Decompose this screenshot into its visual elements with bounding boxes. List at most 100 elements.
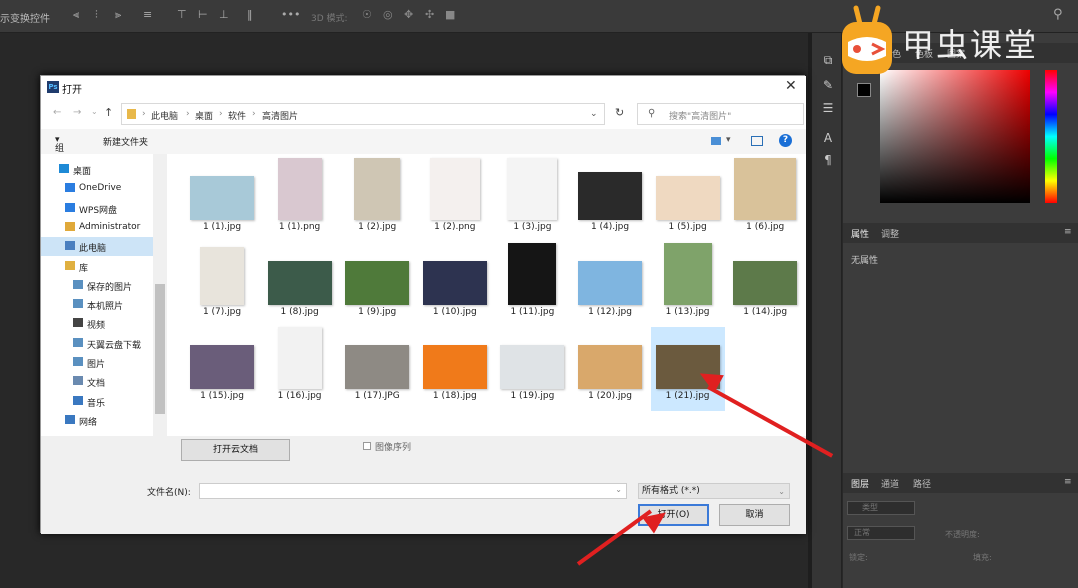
fill-label: 填充: <box>973 553 992 562</box>
recent-dropdown-icon[interactable]: ⌄ <box>91 107 98 116</box>
file-item[interactable]: 1 (18).jpg <box>418 327 492 411</box>
color-picker-field[interactable] <box>880 70 1030 203</box>
roll3d-icon[interactable]: ◎ <box>383 9 394 21</box>
file-item[interactable]: 1 (5).jpg <box>651 158 725 242</box>
search-placeholder: 搜索"高清图片" <box>669 112 732 122</box>
close-icon[interactable]: ✕ <box>785 78 797 94</box>
rotate3d-icon[interactable]: ☉ <box>362 9 373 21</box>
help-icon[interactable]: ? <box>779 134 792 147</box>
file-item[interactable]: 1 (2).png <box>418 158 492 242</box>
nav-item[interactable]: 库 <box>41 257 153 276</box>
align-center-icon[interactable]: ⫶ <box>95 9 106 21</box>
adjust-icon[interactable]: ☰ <box>820 101 836 117</box>
nav-item[interactable]: 图片 <box>41 353 153 372</box>
tab-adjustments[interactable]: 调整 <box>881 227 899 240</box>
panel-menu-icon[interactable]: ≡ <box>1064 227 1072 237</box>
align-bottom-icon[interactable]: ⊥ <box>219 9 230 21</box>
brush-icon[interactable]: ✎ <box>820 78 836 94</box>
file-item[interactable]: 1 (8).jpg <box>263 243 337 327</box>
file-item[interactable]: 1 (20).jpg <box>573 327 647 411</box>
file-item[interactable]: 1 (7).jpg <box>185 243 259 327</box>
file-item[interactable]: 1 (10).jpg <box>418 243 492 327</box>
distribute-icon[interactable]: ≡ <box>143 9 154 21</box>
cancel-button[interactable]: 取消 <box>719 504 790 526</box>
chevron-down-icon[interactable]: ▾ <box>726 135 731 145</box>
nav-item[interactable]: OneDrive <box>41 179 153 198</box>
hue-slider[interactable] <box>1045 70 1057 203</box>
nav-item[interactable]: 音乐 <box>41 392 153 411</box>
paragraph-icon[interactable]: ¶ <box>820 153 836 169</box>
new-folder-button[interactable]: 新建文件夹 <box>103 135 148 148</box>
nav-item[interactable]: 天翼云盘下载 <box>41 334 153 353</box>
filetype-select[interactable]: 所有格式 (*.*) ⌄ <box>638 483 790 499</box>
nav-item[interactable]: WPS网盘 <box>41 199 153 218</box>
slide3d-icon[interactable]: ✣ <box>425 9 436 21</box>
tab-paths[interactable]: 路径 <box>913 477 931 490</box>
file-item[interactable]: 1 (15).jpg <box>185 327 259 411</box>
image-sequence-checkbox[interactable] <box>363 442 371 450</box>
history-icon[interactable]: ⧉ <box>820 53 836 69</box>
file-item[interactable]: 1 (3).jpg <box>495 158 569 242</box>
file-item[interactable]: 1 (14).jpg <box>728 243 802 327</box>
search-input[interactable]: ⚲ 搜索"高清图片" <box>637 103 804 125</box>
nav-item[interactable]: 此电脑 <box>41 237 153 257</box>
file-item[interactable]: 1 (17).JPG <box>340 327 414 411</box>
filename-input[interactable]: ⌄ <box>199 483 627 499</box>
align-middle-icon[interactable]: ⊢ <box>198 9 209 21</box>
file-thumbnail <box>651 242 725 305</box>
refresh-icon[interactable]: ↻ <box>615 106 624 119</box>
panel-menu-icon[interactable]: ≡ <box>1064 477 1072 487</box>
search-icon[interactable]: ⚲ <box>1053 8 1064 21</box>
file-item[interactable]: 1 (2).jpg <box>340 158 414 242</box>
chevron-down-icon[interactable]: ⌄ <box>590 109 598 119</box>
align-right-icon[interactable]: ⫸ <box>115 9 126 21</box>
file-item[interactable]: 1 (1).png <box>263 158 337 242</box>
tab-channels[interactable]: 通道 <box>881 477 899 490</box>
layer-kind-filter[interactable]: 类型 <box>847 501 915 515</box>
more-icon[interactable]: ••• <box>281 9 300 21</box>
filetype-value: 所有格式 (*.*) <box>642 486 700 496</box>
align-left-icon[interactable]: ⫷ <box>73 9 84 21</box>
file-item[interactable]: 1 (11).jpg <box>495 242 569 327</box>
open-cloud-doc-button[interactable]: 打开云文档 <box>181 439 290 461</box>
blend-mode-select[interactable]: 正常 <box>847 526 915 540</box>
breadcrumb-item[interactable]: 高清图片 <box>262 109 298 122</box>
file-thumbnail <box>495 242 569 305</box>
file-item[interactable]: 1 (13).jpg <box>651 242 725 327</box>
nav-item[interactable]: 网络 <box>41 411 153 430</box>
nav-item[interactable]: 桌面 <box>41 160 153 179</box>
character-icon[interactable]: A <box>820 131 836 147</box>
tab-layers[interactable]: 图层 <box>851 477 869 490</box>
nav-item[interactable]: 保存的图片 <box>41 276 153 295</box>
file-item[interactable]: 1 (6).jpg <box>728 158 802 242</box>
nav-item[interactable]: 本机照片 <box>41 295 153 314</box>
breadcrumb[interactable]: › 此电脑 › 桌面 › 软件 › 高清图片 ⌄ <box>121 103 605 125</box>
file-item[interactable]: 1 (1).jpg <box>185 158 259 242</box>
file-item[interactable]: 1 (19).jpg <box>495 327 569 411</box>
nav-item[interactable]: 视频 <box>41 314 153 333</box>
scrollbar-thumb[interactable] <box>155 284 165 414</box>
breadcrumb-item[interactable]: 此电脑 <box>151 109 178 122</box>
drag3d-icon[interactable]: ✥ <box>404 9 415 21</box>
forward-icon[interactable]: → <box>73 107 81 118</box>
file-item[interactable]: 1 (16).jpg <box>263 327 337 411</box>
breadcrumb-item[interactable]: 桌面 <box>195 109 213 122</box>
preview-pane-icon[interactable] <box>751 136 763 146</box>
distribute-v-icon[interactable]: ‖ <box>247 9 258 21</box>
nav-item[interactable]: 文档 <box>41 372 153 391</box>
nav-item[interactable]: Administrator <box>41 218 153 237</box>
file-name: 1 (2).png <box>434 222 476 232</box>
breadcrumb-item[interactable]: 软件 <box>228 109 246 122</box>
organize-button[interactable]: 组织 ▾ <box>55 135 64 167</box>
tab-properties[interactable]: 属性 <box>851 227 869 240</box>
file-item[interactable]: 1 (12).jpg <box>573 243 647 327</box>
up-icon[interactable]: ↑ <box>104 106 113 119</box>
file-item[interactable]: 1 (4).jpg <box>573 158 647 242</box>
back-icon[interactable]: ← <box>53 107 61 118</box>
align-top-icon[interactable]: ⊤ <box>177 9 188 21</box>
file-item[interactable]: 1 (9).jpg <box>340 243 414 327</box>
view-options-icon[interactable] <box>711 137 721 145</box>
foreground-color-swatch[interactable] <box>857 83 871 97</box>
camera3d-icon[interactable]: ■ <box>445 9 456 21</box>
nav-scrollbar[interactable] <box>153 154 167 436</box>
